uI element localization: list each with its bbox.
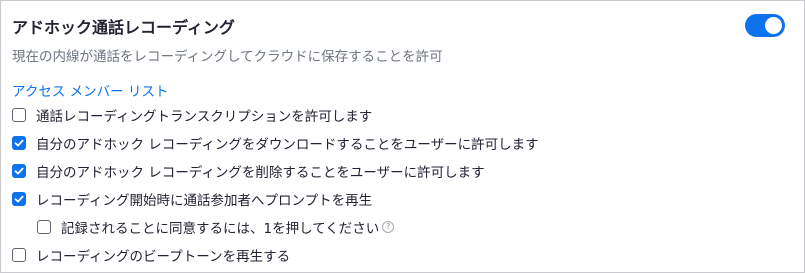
setting-title: アドホック通話レコーディング: [12, 18, 235, 37]
option-transcription[interactable]: 通話レコーディングトランスクリプションを許可します: [12, 104, 372, 126]
adhoc-recording-toggle[interactable]: [745, 14, 785, 37]
option-label: レコーディング開始時に通話参加者へプロンプトを再生: [36, 193, 373, 209]
checkbox-play-prompt[interactable]: [12, 192, 26, 206]
checkbox-transcription[interactable]: [12, 108, 26, 122]
option-label: 自分のアドホック レコーディングをダウンロードすることをユーザーに許可します: [36, 137, 539, 153]
option-press-1-consent[interactable]: 記録されることに同意するには、1を押してください ?: [37, 216, 395, 238]
recording-settings-panel: アドホック通話レコーディング 現在の内線が通話をレコーディングしてクラウドに保存…: [0, 0, 805, 273]
checkbox-allow-download[interactable]: [12, 136, 26, 150]
checkmark-icon: [14, 167, 24, 175]
checkmark-icon: [14, 139, 24, 147]
toggle-knob: [765, 17, 782, 34]
option-allow-download[interactable]: 自分のアドホック レコーディングをダウンロードすることをユーザーに許可します: [12, 132, 539, 154]
checkmark-icon: [14, 195, 24, 203]
checkbox-beep-tone[interactable]: [12, 248, 26, 262]
option-label: レコーディングのビープトーンを再生する: [36, 249, 291, 265]
option-allow-delete[interactable]: 自分のアドホック レコーディングを削除することをユーザーに許可します: [12, 160, 485, 182]
option-label: 自分のアドホック レコーディングを削除することをユーザーに許可します: [36, 165, 485, 181]
setting-description: 現在の内線が通話をレコーディングしてクラウドに保存することを許可: [12, 49, 443, 65]
checkbox-allow-delete[interactable]: [12, 164, 26, 178]
option-label: 記録されることに同意するには、1を押してください: [61, 221, 380, 237]
access-member-list-link[interactable]: アクセス メンバー リスト: [12, 80, 168, 100]
option-beep-tone[interactable]: レコーディングのビープトーンを再生する: [12, 244, 290, 266]
question-circle-icon[interactable]: ?: [382, 221, 395, 233]
checkbox-press-1-consent[interactable]: [37, 220, 51, 234]
option-label: 通話レコーディングトランスクリプションを許可します: [36, 109, 373, 125]
option-play-prompt[interactable]: レコーディング開始時に通話参加者へプロンプトを再生: [12, 188, 372, 210]
